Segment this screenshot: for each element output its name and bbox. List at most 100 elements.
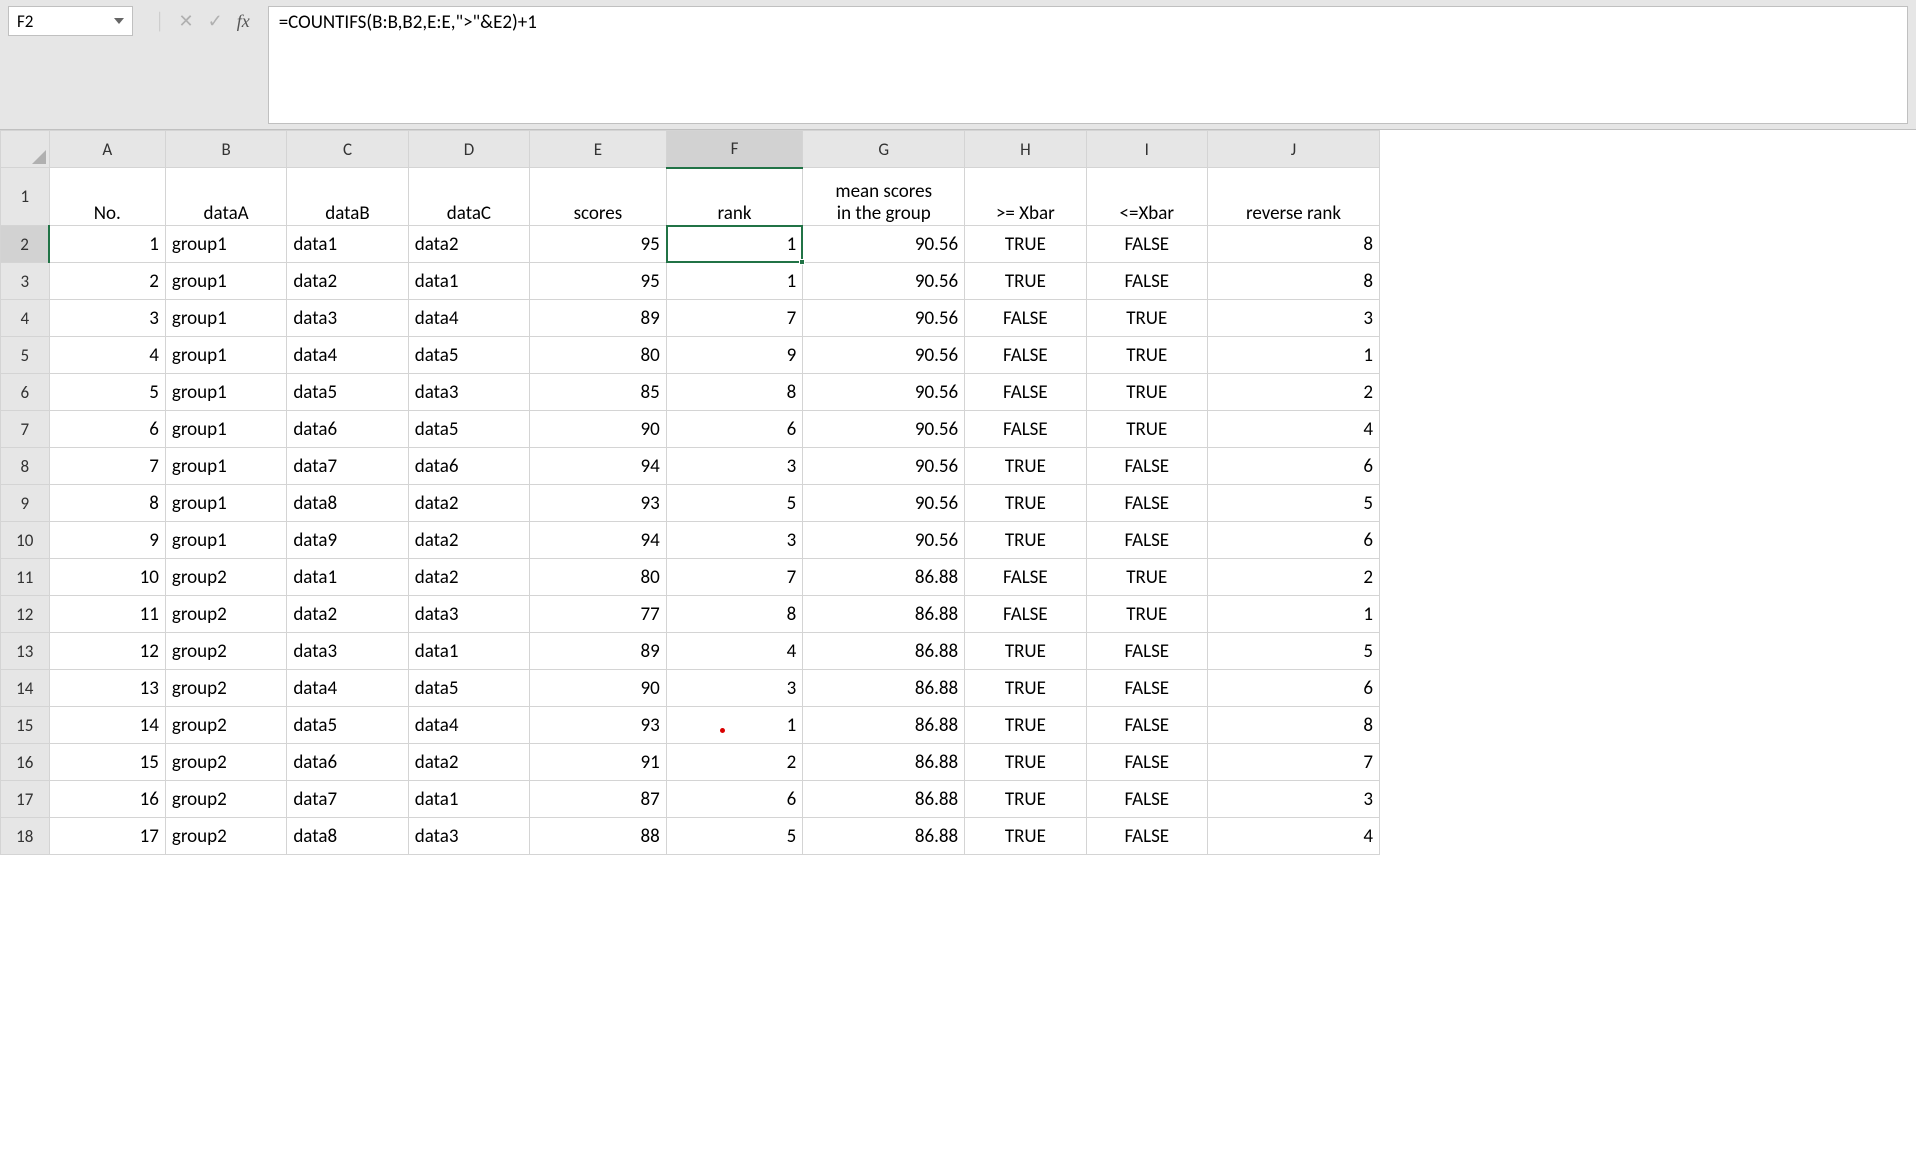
cell-H10[interactable]: TRUE: [965, 522, 1086, 559]
cell-H12[interactable]: FALSE: [965, 596, 1086, 633]
col-header-B[interactable]: B: [165, 131, 286, 168]
cell-J13[interactable]: 5: [1207, 633, 1379, 670]
cell-A17[interactable]: 16: [49, 781, 165, 818]
select-all-corner[interactable]: [1, 131, 50, 168]
row-header-10[interactable]: 10: [1, 522, 50, 559]
cell-F6[interactable]: 8: [666, 374, 803, 411]
cell-J8[interactable]: 6: [1207, 448, 1379, 485]
cell-E14[interactable]: 90: [530, 670, 667, 707]
cell-A8[interactable]: 7: [49, 448, 165, 485]
cell-F15[interactable]: 1: [666, 707, 803, 744]
cell-E9[interactable]: 93: [530, 485, 667, 522]
cell-C15[interactable]: data5: [287, 707, 408, 744]
cell-J14[interactable]: 6: [1207, 670, 1379, 707]
cell-H5[interactable]: FALSE: [965, 337, 1086, 374]
cell-A1[interactable]: No.: [49, 168, 165, 226]
name-box[interactable]: F2: [8, 6, 133, 36]
cell-D11[interactable]: data2: [408, 559, 529, 596]
cell-G7[interactable]: 90.56: [803, 411, 965, 448]
cell-J3[interactable]: 8: [1207, 263, 1379, 300]
cell-C4[interactable]: data3: [287, 300, 408, 337]
cell-C18[interactable]: data8: [287, 818, 408, 855]
row-header-2[interactable]: 2: [1, 226, 50, 263]
cell-D4[interactable]: data4: [408, 300, 529, 337]
cell-C13[interactable]: data3: [287, 633, 408, 670]
cell-E16[interactable]: 91: [530, 744, 667, 781]
cell-I2[interactable]: FALSE: [1086, 226, 1207, 263]
cell-J2[interactable]: 8: [1207, 226, 1379, 263]
cell-A3[interactable]: 2: [49, 263, 165, 300]
cell-H2[interactable]: TRUE: [965, 226, 1086, 263]
cell-B3[interactable]: group1: [165, 263, 286, 300]
cell-G4[interactable]: 90.56: [803, 300, 965, 337]
cell-E2[interactable]: 95: [530, 226, 667, 263]
cell-F1[interactable]: rank: [666, 168, 803, 226]
cell-I3[interactable]: FALSE: [1086, 263, 1207, 300]
cell-E15[interactable]: 93: [530, 707, 667, 744]
cell-H8[interactable]: TRUE: [965, 448, 1086, 485]
row-header-11[interactable]: 11: [1, 559, 50, 596]
col-header-G[interactable]: G: [803, 131, 965, 168]
cell-J4[interactable]: 3: [1207, 300, 1379, 337]
cell-E17[interactable]: 87: [530, 781, 667, 818]
cell-A10[interactable]: 9: [49, 522, 165, 559]
cell-D5[interactable]: data5: [408, 337, 529, 374]
cell-D18[interactable]: data3: [408, 818, 529, 855]
row-header-17[interactable]: 17: [1, 781, 50, 818]
cell-J11[interactable]: 2: [1207, 559, 1379, 596]
cell-H14[interactable]: TRUE: [965, 670, 1086, 707]
cell-D2[interactable]: data2: [408, 226, 529, 263]
cell-E10[interactable]: 94: [530, 522, 667, 559]
cell-J16[interactable]: 7: [1207, 744, 1379, 781]
cell-J6[interactable]: 2: [1207, 374, 1379, 411]
cell-G9[interactable]: 90.56: [803, 485, 965, 522]
spreadsheet-grid[interactable]: A B C D E F G H I J 1No.dataAdataBdataCs…: [0, 130, 1916, 855]
cell-D1[interactable]: dataC: [408, 168, 529, 226]
cell-J18[interactable]: 4: [1207, 818, 1379, 855]
cell-B17[interactable]: group2: [165, 781, 286, 818]
cancel-icon[interactable]: ✕: [179, 12, 194, 30]
cell-G14[interactable]: 86.88: [803, 670, 965, 707]
cell-B16[interactable]: group2: [165, 744, 286, 781]
cell-G18[interactable]: 86.88: [803, 818, 965, 855]
col-header-A[interactable]: A: [49, 131, 165, 168]
cell-A12[interactable]: 11: [49, 596, 165, 633]
cell-B5[interactable]: group1: [165, 337, 286, 374]
cell-I10[interactable]: FALSE: [1086, 522, 1207, 559]
cell-H3[interactable]: TRUE: [965, 263, 1086, 300]
cell-J7[interactable]: 4: [1207, 411, 1379, 448]
cell-F10[interactable]: 3: [666, 522, 803, 559]
cell-G12[interactable]: 86.88: [803, 596, 965, 633]
cell-C17[interactable]: data7: [287, 781, 408, 818]
row-header-15[interactable]: 15: [1, 707, 50, 744]
cell-B13[interactable]: group2: [165, 633, 286, 670]
cell-C8[interactable]: data7: [287, 448, 408, 485]
cell-G2[interactable]: 90.56: [803, 226, 965, 263]
cell-E13[interactable]: 89: [530, 633, 667, 670]
cell-B2[interactable]: group1: [165, 226, 286, 263]
cell-B4[interactable]: group1: [165, 300, 286, 337]
cell-G16[interactable]: 86.88: [803, 744, 965, 781]
cell-I6[interactable]: TRUE: [1086, 374, 1207, 411]
cell-C7[interactable]: data6: [287, 411, 408, 448]
cell-C14[interactable]: data4: [287, 670, 408, 707]
cell-D3[interactable]: data1: [408, 263, 529, 300]
cell-D17[interactable]: data1: [408, 781, 529, 818]
row-header-14[interactable]: 14: [1, 670, 50, 707]
cell-B14[interactable]: group2: [165, 670, 286, 707]
cell-H6[interactable]: FALSE: [965, 374, 1086, 411]
cell-I7[interactable]: TRUE: [1086, 411, 1207, 448]
cell-C6[interactable]: data5: [287, 374, 408, 411]
cell-E12[interactable]: 77: [530, 596, 667, 633]
row-header-5[interactable]: 5: [1, 337, 50, 374]
cell-C1[interactable]: dataB: [287, 168, 408, 226]
cell-E5[interactable]: 80: [530, 337, 667, 374]
cell-F3[interactable]: 1: [666, 263, 803, 300]
cell-B6[interactable]: group1: [165, 374, 286, 411]
cell-F5[interactable]: 9: [666, 337, 803, 374]
cell-F11[interactable]: 7: [666, 559, 803, 596]
cell-D14[interactable]: data5: [408, 670, 529, 707]
cell-E11[interactable]: 80: [530, 559, 667, 596]
cell-H15[interactable]: TRUE: [965, 707, 1086, 744]
cell-G13[interactable]: 86.88: [803, 633, 965, 670]
